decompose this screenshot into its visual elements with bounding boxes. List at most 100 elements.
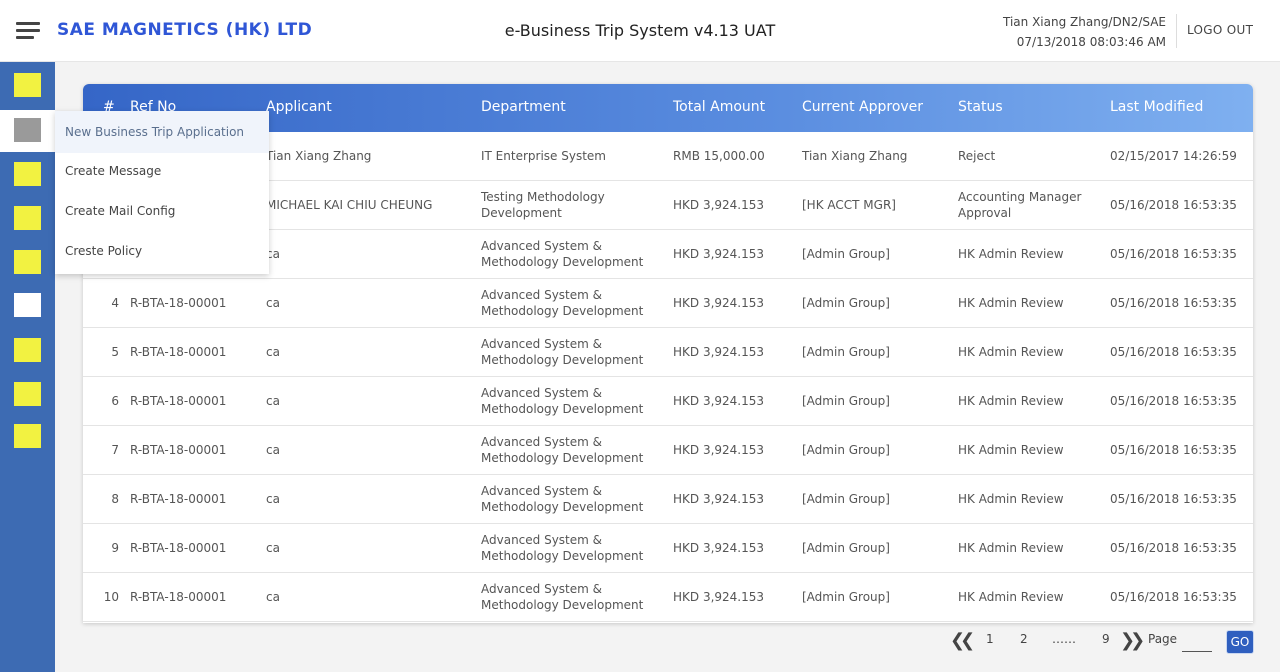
cell-amount: HKD 3,924.153 bbox=[673, 590, 765, 604]
cell-applicant: ca bbox=[266, 541, 280, 555]
page-ellipsis: …… bbox=[1052, 632, 1076, 646]
user-info: Tian Xiang Zhang/DN2/SAE 07/13/2018 08:0… bbox=[1003, 12, 1166, 52]
page-link-last[interactable]: 9 bbox=[1102, 632, 1110, 646]
table-row[interactable]: 10 R-BTA-18-00001 ca Advanced System & Meth… bbox=[83, 573, 1253, 622]
table-row[interactable]: 9 R-BTA-18-00001 ca Advanced System & Metho… bbox=[83, 524, 1253, 573]
cell-status: HK Admin Review bbox=[958, 443, 1064, 457]
cell-applicant: MICHAEL KAI CHIU CHEUNG bbox=[266, 198, 433, 212]
cell-approver: [Admin Group] bbox=[802, 443, 890, 457]
cell-num: 10 bbox=[103, 590, 119, 604]
col-header-approver: Current Approver bbox=[802, 99, 924, 115]
cell-department: Advanced System & Methodology Developmen… bbox=[481, 288, 644, 318]
cell-modified: 05/16/2018 16:53:35 bbox=[1110, 590, 1237, 604]
cell-modified: 05/16/2018 16:53:35 bbox=[1110, 394, 1237, 408]
cell-num: 7 bbox=[111, 443, 119, 457]
col-header-modified: Last Modified bbox=[1110, 99, 1204, 115]
cell-amount: HKD 3,924.153 bbox=[673, 345, 765, 359]
cell-department: Advanced System & Methodology Developmen… bbox=[481, 435, 644, 465]
cell-status: HK Admin Review bbox=[958, 296, 1064, 310]
sidebar-icon-3[interactable] bbox=[14, 162, 41, 186]
cell-amount: HKD 3,924.153 bbox=[673, 247, 765, 261]
page-number-input[interactable] bbox=[1182, 636, 1212, 652]
cell-status: HK Admin Review bbox=[958, 345, 1064, 359]
cell-applicant: ca bbox=[266, 443, 280, 457]
page-label: Page bbox=[1148, 632, 1178, 646]
cell-applicant: ca bbox=[266, 296, 280, 310]
table-row[interactable]: 6 R-BTA-18-00001 ca Advanced System & Metho… bbox=[83, 377, 1253, 426]
cell-ref: R-BTA-18-00001 bbox=[130, 541, 227, 555]
cell-modified: 05/16/2018 16:53:35 bbox=[1110, 296, 1237, 310]
cell-status: HK Admin Review bbox=[958, 247, 1064, 261]
cell-status: HK Admin Review bbox=[958, 541, 1064, 555]
cell-department: Advanced System & Methodology Developmen… bbox=[481, 337, 644, 367]
cell-approver: [Admin Group] bbox=[802, 247, 890, 261]
table-row[interactable]: 8 R-BTA-18-00001 ca Advanced System & Metho… bbox=[83, 475, 1253, 524]
cell-approver: [HK ACCT MGR] bbox=[802, 198, 896, 212]
col-header-status: Status bbox=[958, 99, 1003, 115]
cell-status: HK Admin Review bbox=[958, 590, 1064, 604]
dropdown-menu: New Business Trip Application Create Mes… bbox=[55, 111, 269, 274]
cell-applicant: ca bbox=[266, 247, 280, 261]
cell-modified: 02/15/2017 14:26:59 bbox=[1110, 149, 1237, 163]
logout-button[interactable]: LOGO OUT bbox=[1187, 23, 1253, 37]
cell-ref: R-BTA-18-00001 bbox=[130, 296, 227, 310]
col-header-applicant: Applicant bbox=[266, 99, 332, 115]
cell-ref: R-BTA-18-00001 bbox=[130, 345, 227, 359]
sidebar-icon-4[interactable] bbox=[14, 206, 41, 230]
sidebar bbox=[0, 62, 55, 672]
cell-modified: 05/16/2018 16:53:35 bbox=[1110, 443, 1237, 457]
cell-department: Advanced System & Methodology Developmen… bbox=[481, 533, 644, 563]
cell-applicant: ca bbox=[266, 492, 280, 506]
cell-amount: HKD 3,924.153 bbox=[673, 492, 765, 506]
menu-item-create-mail-config[interactable]: Create Mail Config bbox=[55, 191, 269, 231]
cell-department: Testing Methodology Development bbox=[481, 190, 605, 220]
sidebar-icon-5[interactable] bbox=[14, 250, 41, 274]
cell-amount: HKD 3,924.153 bbox=[673, 198, 765, 212]
cell-approver: [Admin Group] bbox=[802, 296, 890, 310]
current-datetime: 07/13/2018 08:03:46 AM bbox=[1016, 35, 1166, 49]
double-chevron-right-icon[interactable]: ❯❯ bbox=[1120, 630, 1145, 651]
double-chevron-left-icon[interactable]: ❮❮ bbox=[950, 630, 975, 651]
cell-applicant: Tian Xiang Zhang bbox=[266, 149, 372, 163]
cell-amount: HKD 3,924.153 bbox=[673, 541, 765, 555]
cell-department: Advanced System & Methodology Developmen… bbox=[481, 484, 644, 514]
menu-item-create-policy[interactable]: Creste Policy bbox=[55, 231, 269, 271]
menu-item-new-trip[interactable]: New Business Trip Application bbox=[55, 111, 269, 153]
cell-status: Reject bbox=[958, 149, 996, 163]
table-row[interactable]: 7 R-BTA-18-00001 ca Advanced System & Metho… bbox=[83, 426, 1253, 475]
page-link-1[interactable]: 1 bbox=[986, 632, 994, 646]
cell-num: 6 bbox=[111, 394, 119, 408]
go-button[interactable]: GO bbox=[1227, 631, 1253, 653]
page-link-2: 2 bbox=[1020, 632, 1028, 646]
cell-amount: HKD 3,924.153 bbox=[673, 296, 765, 310]
cell-ref: R-BTA-18-00001 bbox=[130, 590, 227, 604]
cell-approver: [Admin Group] bbox=[802, 492, 890, 506]
sidebar-icon-7[interactable] bbox=[14, 338, 41, 362]
cell-department: IT Enterprise System bbox=[481, 149, 606, 163]
cell-status: HK Admin Review bbox=[958, 394, 1064, 408]
cell-approver: [Admin Group] bbox=[802, 590, 890, 604]
cell-approver: Tian Xiang Zhang bbox=[802, 149, 908, 163]
cell-department: Advanced System & Methodology Developmen… bbox=[481, 582, 644, 612]
sidebar-icon-2[interactable] bbox=[14, 118, 41, 142]
sidebar-icon-9[interactable] bbox=[14, 424, 41, 448]
cell-department: Advanced System & Methodology Developmen… bbox=[481, 239, 644, 269]
menu-item-create-message[interactable]: Create Message bbox=[55, 151, 269, 191]
cell-status: HK Admin Review bbox=[958, 492, 1064, 506]
cell-ref: R-BTA-18-00001 bbox=[130, 394, 227, 408]
header-divider bbox=[1176, 14, 1177, 48]
sidebar-icon-1[interactable] bbox=[14, 73, 41, 97]
cell-approver: [Admin Group] bbox=[802, 541, 890, 555]
col-header-department: Department bbox=[481, 99, 566, 115]
cell-modified: 05/16/2018 16:53:35 bbox=[1110, 541, 1237, 555]
cell-amount: RMB 15,000.00 bbox=[673, 149, 765, 163]
col-header-amount: Total Amount bbox=[673, 99, 766, 115]
table-row[interactable]: 4 R-BTA-18-00001 ca Advanced System & Metho… bbox=[83, 279, 1253, 328]
sidebar-icon-6[interactable] bbox=[14, 293, 41, 317]
cell-ref: R-BTA-18-00001 bbox=[130, 443, 227, 457]
cell-amount: HKD 3,924.153 bbox=[673, 394, 765, 408]
table-row[interactable]: 5 R-BTA-18-00001 ca Advanced System & Metho… bbox=[83, 328, 1253, 377]
cell-num: 4 bbox=[111, 296, 119, 310]
sidebar-icon-8[interactable] bbox=[14, 382, 41, 406]
cell-modified: 05/16/2018 16:53:35 bbox=[1110, 492, 1237, 506]
